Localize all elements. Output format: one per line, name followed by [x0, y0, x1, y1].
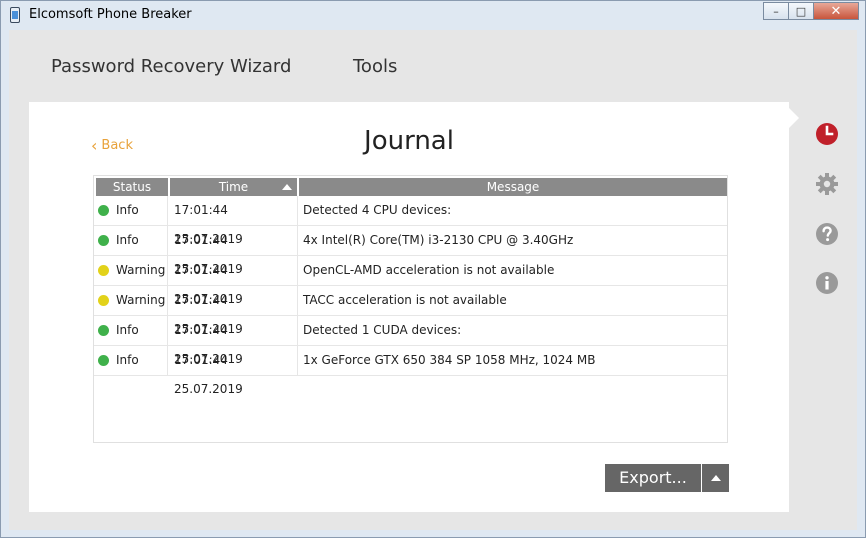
- settings-gear-icon[interactable]: [815, 172, 839, 196]
- menu-tools[interactable]: Tools: [353, 56, 397, 77]
- export-button[interactable]: Export...: [605, 464, 701, 492]
- client-area: Password Recovery Wizard Tools ‹ Back Jo…: [9, 30, 857, 530]
- message-cell: OpenCL-AMD acceleration is not available: [303, 263, 555, 277]
- minimize-button[interactable]: –: [763, 2, 789, 20]
- info-status-icon: [98, 205, 109, 216]
- column-header-status[interactable]: Status: [96, 178, 168, 196]
- time-cell: 17:01:44 25.07.2019: [168, 286, 298, 336]
- time-cell: 17:01:44 25.07.2019: [168, 226, 298, 276]
- status-text: Warning: [116, 293, 166, 307]
- window-controls: – □ ✕: [763, 2, 859, 22]
- table-row[interactable]: Info 17:01:44 25.07.2019 Detected 4 CPU …: [94, 196, 727, 246]
- journal-grid: Status Time Message Info 17:01:44 25.07.…: [93, 175, 728, 443]
- message-cell: TACC acceleration is not available: [303, 293, 507, 307]
- warning-status-icon: [98, 265, 109, 276]
- table-row[interactable]: Warning 17:01:44 25.07.2019 TACC acceler…: [94, 286, 727, 336]
- table-row[interactable]: Info 17:01:44 25.07.2019 Detected 1 CUDA…: [94, 316, 727, 366]
- grid-header: Status Time Message: [96, 178, 727, 196]
- info-status-icon: [98, 325, 109, 336]
- journal-clock-icon[interactable]: [815, 122, 839, 146]
- warning-status-icon: [98, 295, 109, 306]
- time-cell: 17:01:44 25.07.2019: [168, 196, 298, 246]
- message-cell: Detected 4 CPU devices:: [303, 203, 452, 217]
- journal-panel: ‹ Back Journal Status Time Message Info …: [29, 102, 789, 512]
- window-title: Elcomsoft Phone Breaker: [29, 7, 192, 22]
- export-split-button: Export...: [605, 464, 729, 492]
- status-text: Info: [116, 323, 139, 337]
- info-status-icon: [98, 355, 109, 366]
- message-cell: 1x GeForce GTX 650 384 SP 1058 MHz, 1024…: [303, 353, 596, 367]
- active-tab-pointer: [789, 108, 799, 128]
- status-text: Info: [116, 233, 139, 247]
- status-text: Info: [116, 353, 139, 367]
- close-button[interactable]: ✕: [813, 2, 859, 20]
- info-icon[interactable]: [815, 271, 839, 295]
- caret-up-icon: [710, 475, 721, 481]
- table-row[interactable]: Info 17:01:44 25.07.2019 4x Intel(R) Cor…: [94, 226, 727, 276]
- menu-password-recovery-wizard[interactable]: Password Recovery Wizard: [51, 56, 291, 77]
- title-bar[interactable]: Elcomsoft Phone Breaker – □ ✕: [1, 1, 865, 29]
- maximize-button[interactable]: □: [788, 2, 814, 20]
- column-header-time[interactable]: Time: [170, 178, 297, 196]
- info-status-icon: [98, 235, 109, 246]
- column-header-message[interactable]: Message: [299, 178, 727, 196]
- table-row[interactable]: Info 17:01:44 25.07.2019 1x GeForce GTX …: [94, 346, 727, 396]
- sort-ascending-icon: [282, 184, 292, 190]
- help-icon[interactable]: [815, 222, 839, 246]
- status-text: Info: [116, 203, 139, 217]
- export-menu-button[interactable]: [701, 464, 729, 492]
- time-cell: 17:01:44 25.07.2019: [168, 256, 298, 306]
- message-cell: Detected 1 CUDA devices:: [303, 323, 462, 337]
- time-cell: 17:01:44 25.07.2019: [168, 346, 298, 396]
- page-title: Journal: [364, 126, 454, 156]
- table-row[interactable]: Warning 17:01:44 25.07.2019 OpenCL-AMD a…: [94, 256, 727, 306]
- app-window: Elcomsoft Phone Breaker – □ ✕ Password R…: [0, 0, 866, 538]
- time-cell: 17:01:44 25.07.2019: [168, 316, 298, 366]
- status-text: Warning: [116, 263, 166, 277]
- message-cell: 4x Intel(R) Core(TM) i3-2130 CPU @ 3.40G…: [303, 233, 574, 247]
- phone-app-icon: [10, 7, 20, 23]
